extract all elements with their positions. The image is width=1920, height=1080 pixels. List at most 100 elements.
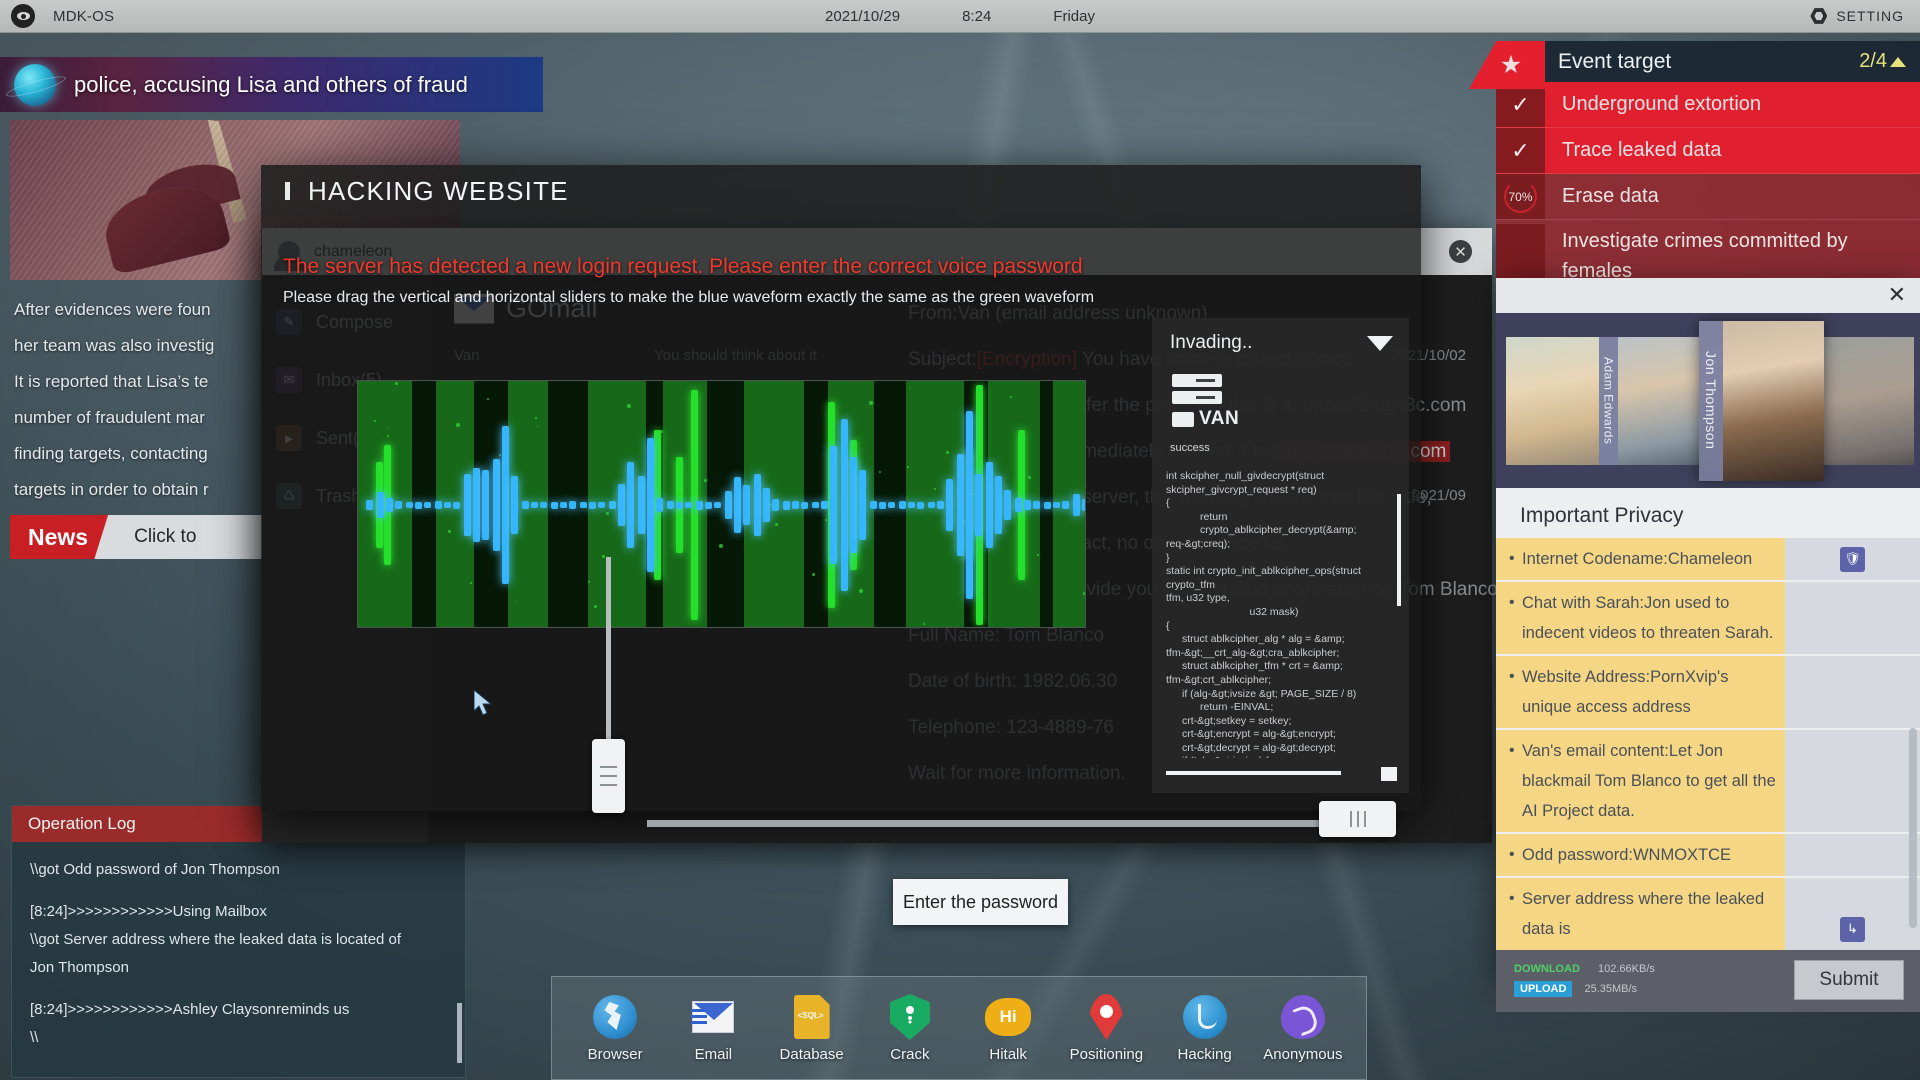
privacy-item-text: Internet Codename:Chameleon (1496, 538, 1785, 580)
caret-down-icon[interactable] (1367, 336, 1393, 351)
download-value: 102.66KB/s (1598, 963, 1655, 975)
settings-button[interactable]: SETTING (1810, 8, 1904, 25)
event-progress-value: 70% (1504, 180, 1537, 213)
download-label: DOWNLOAD (1514, 961, 1586, 977)
privacy-item-text: Website Address:PornXvip's unique access… (1496, 656, 1785, 728)
privacy-list-item[interactable]: Chat with Sarah:Jon used to indecent vid… (1496, 582, 1920, 656)
privacy-item-text: Van's email content:Let Jon blackmail To… (1496, 730, 1785, 832)
dock-label: Crack (890, 1046, 929, 1063)
invading-title: Invading.. (1170, 332, 1252, 354)
privacy-item-badge-slot (1785, 730, 1920, 832)
enter-password-button[interactable]: Enter the password (893, 879, 1068, 925)
portrait-name: Adam Edwards (1599, 337, 1618, 465)
event-target-item-3[interactable]: Investigate crimes committed by females (1496, 220, 1920, 286)
sql-file-icon (794, 995, 830, 1039)
log-entry: \\got Server address where the leaked da… (30, 926, 447, 954)
taskbar-dock: Browser Email Database Crack Hi Hitalk P… (551, 976, 1367, 1080)
envelope-icon (692, 1001, 734, 1033)
event-target-item-1[interactable]: ✓ Trace leaked data (1496, 128, 1920, 174)
dock-item-crack[interactable]: Crack (862, 993, 958, 1063)
privacy-titlebar: ✕ (1496, 278, 1920, 313)
code-line: int skcipher_null_givdecrypt(struct (1166, 470, 1382, 484)
privacy-item-badge-slot (1785, 656, 1920, 728)
system-time: 8:24 (962, 8, 991, 25)
privacy-list-item[interactable]: Internet Codename:Chameleon 🛡 (1496, 538, 1920, 582)
code-resize-handle[interactable] (1381, 767, 1397, 781)
dock-item-email[interactable]: Email (665, 993, 761, 1063)
event-target-item-2[interactable]: 70% Erase data (1496, 174, 1920, 220)
title-marker-icon (285, 182, 290, 200)
event-count-value: 2/4 (1859, 50, 1887, 73)
code-scrollbar-horizontal[interactable] (1166, 771, 1341, 775)
horizontal-slider-knob[interactable] (1319, 801, 1396, 837)
dock-item-hitalk[interactable]: Hi Hitalk (960, 993, 1056, 1063)
vertical-slider-knob[interactable] (592, 739, 625, 813)
close-icon[interactable]: ✕ (1449, 240, 1472, 263)
event-target-counter[interactable]: 2/4 (1859, 50, 1906, 73)
important-privacy-panel: ✕ Adam Edwards Jon Thompson Important Pr… (1496, 278, 1920, 981)
shield-icon[interactable]: 🛡 (1840, 547, 1865, 572)
privacy-list-item[interactable]: Odd password:WNMOXTCE (1496, 834, 1920, 878)
system-clock: 2021/10/29 8:24 Friday (825, 8, 1095, 25)
code-line: struct ablkcipher_tfm * crt = &amp; (1166, 660, 1382, 674)
dock-label: Email (695, 1046, 733, 1063)
privacy-item-text: Chat with Sarah:Jon used to indecent vid… (1496, 582, 1785, 654)
code-line: return -EINVAL; (1166, 701, 1382, 715)
waveform-canvas[interactable] (357, 380, 1086, 628)
privacy-item-badge-slot (1785, 834, 1920, 876)
event-target-header[interactable]: ★ Event target 2/4 (1496, 41, 1920, 82)
dock-item-positioning[interactable]: Positioning (1058, 993, 1154, 1063)
portrait-item[interactable] (1824, 337, 1914, 465)
privacy-item-badge-slot: 🛡 (1785, 538, 1920, 580)
hacking-warning-text: The server has detected a new login requ… (283, 255, 1421, 279)
os-name-label: MDK-OS (53, 8, 114, 25)
log-entry: [8:24]>>>>>>>>>>>>Ashley Claysonreminds … (30, 996, 447, 1024)
dock-label: Positioning (1070, 1046, 1143, 1063)
horizontal-slider-track[interactable] (647, 820, 1327, 827)
privacy-list-item[interactable]: Van's email content:Let Jon blackmail To… (1496, 730, 1920, 834)
dock-label: Hitalk (989, 1046, 1027, 1063)
code-line: { (1166, 497, 1382, 511)
dock-item-browser[interactable]: Browser (567, 993, 663, 1063)
news-cta-label[interactable]: Click to (134, 526, 196, 548)
vertical-slider-track[interactable] (606, 557, 611, 754)
code-line: req-&gt;creq); (1166, 538, 1382, 552)
check-icon: ✓ (1496, 128, 1545, 173)
operation-log-scrollbar[interactable] (457, 1003, 462, 1063)
event-target-title: Event target (1558, 50, 1671, 74)
top-status-bar: MDK-OS 2021/10/29 8:24 Friday SETTING (0, 0, 1920, 33)
code-line: struct ablkcipher_alg * alg = &amp; (1166, 633, 1382, 647)
portrait-item[interactable] (1506, 337, 1599, 465)
privacy-list-item[interactable]: Server address where the leaked data is … (1496, 878, 1920, 950)
news-ticker-banner[interactable]: police, accusing Lisa and others of frau… (0, 57, 543, 112)
event-target-label: Investigate crimes committed by females (1545, 224, 1920, 286)
hook-icon[interactable]: ↳ (1840, 917, 1865, 942)
invading-header: Invading.. (1152, 318, 1409, 358)
code-output: int skcipher_null_givdecrypt(struct skci… (1166, 470, 1394, 758)
close-icon[interactable]: ✕ (1888, 284, 1906, 306)
privacy-footer: DOWNLOAD 102.66KB/s UPLOAD 25.35MB/s Sub… (1496, 950, 1920, 1012)
privacy-list-item[interactable]: Website Address:PornXvip's unique access… (1496, 656, 1920, 730)
code-line: static int crypto_init_ablkcipher_ops(st… (1166, 565, 1382, 592)
dock-label: Browser (588, 1046, 643, 1063)
portrait-carousel[interactable]: Adam Edwards Jon Thompson (1496, 313, 1920, 488)
event-target-label: Erase data (1545, 185, 1920, 208)
code-line: } (1166, 552, 1382, 566)
shield-key-icon (890, 994, 930, 1040)
portrait-item-selected[interactable]: Jon Thompson (1699, 321, 1824, 481)
code-scrollbar-vertical[interactable] (1397, 494, 1401, 606)
code-line: tfm, u32 type, (1166, 592, 1382, 606)
code-line: { (1166, 620, 1382, 634)
privacy-items-list[interactable]: Internet Codename:Chameleon 🛡 Chat with … (1496, 538, 1920, 950)
code-line: crt-&gt;encrypt = alg-&gt;encrypt; (1166, 728, 1382, 742)
news-headline: police, accusing Lisa and others of frau… (74, 72, 468, 98)
submit-button[interactable]: Submit (1794, 960, 1904, 1000)
dock-item-hacking[interactable]: Hacking (1157, 993, 1253, 1063)
hi-bubble-icon: Hi (985, 998, 1031, 1036)
privacy-list-scrollbar[interactable] (1909, 728, 1917, 928)
event-target-label: Trace leaked data (1545, 139, 1920, 162)
dock-item-database[interactable]: Database (764, 993, 860, 1063)
event-target-item-0[interactable]: ✓ Underground extortion (1496, 82, 1920, 128)
dock-item-anonymous[interactable]: Anonymous (1255, 993, 1351, 1063)
portrait-item[interactable]: Adam Edwards (1599, 337, 1699, 465)
